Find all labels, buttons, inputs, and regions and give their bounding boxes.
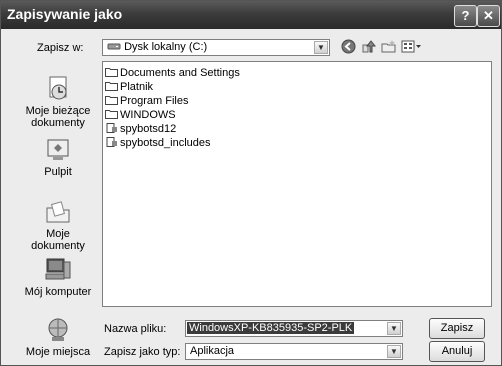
place-desktop[interactable]: Pulpit (18, 136, 98, 178)
cancel-button[interactable]: Anuluj (429, 341, 485, 362)
list-item[interactable]: spybotsd12 (105, 122, 176, 136)
save-button-label: Zapisz (440, 322, 474, 334)
filetype-value: Aplikacja (190, 345, 235, 357)
network-places-icon (48, 318, 68, 341)
folder-icon (105, 96, 118, 105)
file-name: Platnik (120, 81, 154, 93)
my-computer-icon (45, 258, 71, 280)
list-item[interactable]: WINDOWS (105, 108, 176, 122)
chevron-down-icon[interactable]: ▼ (387, 345, 401, 358)
place-label: Moje dokumenty (31, 228, 85, 252)
save-button[interactable]: Zapisz (429, 318, 485, 339)
filename-field[interactable]: WindowsXP-KB835935-SP2-PLK ▼ (185, 320, 403, 337)
filetype-label: Zapisz jako typ: (104, 346, 181, 358)
folder-icon (105, 82, 118, 91)
list-item[interactable]: Documents and Settings (105, 66, 240, 80)
chevron-down-icon[interactable]: ▼ (387, 322, 401, 335)
close-button[interactable]: ✕ (477, 5, 500, 27)
filename-value: WindowsXP-KB835935-SP2-PLK (187, 322, 355, 334)
title-bar[interactable]: Zapisywanie jako ? ✕ (1, 1, 501, 29)
my-documents-icon (46, 201, 70, 223)
file-name: WINDOWS (120, 109, 176, 121)
list-item[interactable]: Platnik (105, 80, 153, 94)
places-bar: Moje bieżące dokumenty Pulpit Moje dokum… (18, 58, 98, 360)
new-folder-icon[interactable] (381, 39, 397, 57)
file-name: Documents and Settings (120, 67, 240, 79)
place-my-computer[interactable]: Mój komputer (18, 256, 98, 298)
file-name: Program Files (120, 95, 189, 107)
filename-label: Nazwa pliku: (104, 323, 167, 335)
drive-icon (107, 43, 121, 50)
help-button[interactable]: ? (454, 5, 477, 27)
place-network[interactable]: Moje miejsca (18, 316, 98, 358)
folder-icon (105, 110, 118, 119)
views-icon[interactable] (401, 39, 423, 57)
recent-documents-icon (49, 76, 67, 100)
back-icon[interactable] (341, 39, 356, 57)
desktop-icon (47, 139, 69, 160)
dialog-title: Zapisywanie jako (7, 6, 123, 22)
save-as-dialog: Zapisywanie jako ? ✕ Zapisz w: Dysk loka… (0, 0, 502, 366)
filetype-select[interactable]: Aplikacja ▼ (185, 343, 403, 360)
file-name: spybotsd12 (120, 123, 177, 135)
save-in-label: Zapisz w: (37, 42, 84, 54)
file-icon (106, 123, 117, 133)
place-label: Pulpit (44, 166, 72, 178)
file-icon (106, 137, 117, 147)
folder-icon (105, 68, 118, 77)
file-name: spybotsd_includes (120, 137, 211, 149)
place-recent-documents[interactable]: Moje bieżące dokumenty (18, 75, 98, 129)
save-in-value: Dysk lokalny (C:) (124, 41, 208, 53)
up-folder-icon[interactable] (361, 39, 377, 57)
list-item[interactable]: Program Files (105, 94, 188, 108)
file-list[interactable]: Documents and Settings Platnik Program F… (102, 61, 492, 307)
list-item[interactable]: spybotsd_includes (105, 136, 211, 150)
place-label: Mój komputer (24, 286, 92, 298)
save-in-combo[interactable]: Dysk lokalny (C:) ▼ (102, 39, 330, 56)
chevron-down-icon[interactable]: ▼ (314, 41, 328, 54)
cancel-button-label: Anuluj (441, 345, 473, 357)
place-label: Moje bieżące dokumenty (25, 105, 91, 129)
place-my-documents[interactable]: Moje dokumenty (18, 198, 98, 252)
place-label: Moje miejsca (25, 346, 91, 358)
